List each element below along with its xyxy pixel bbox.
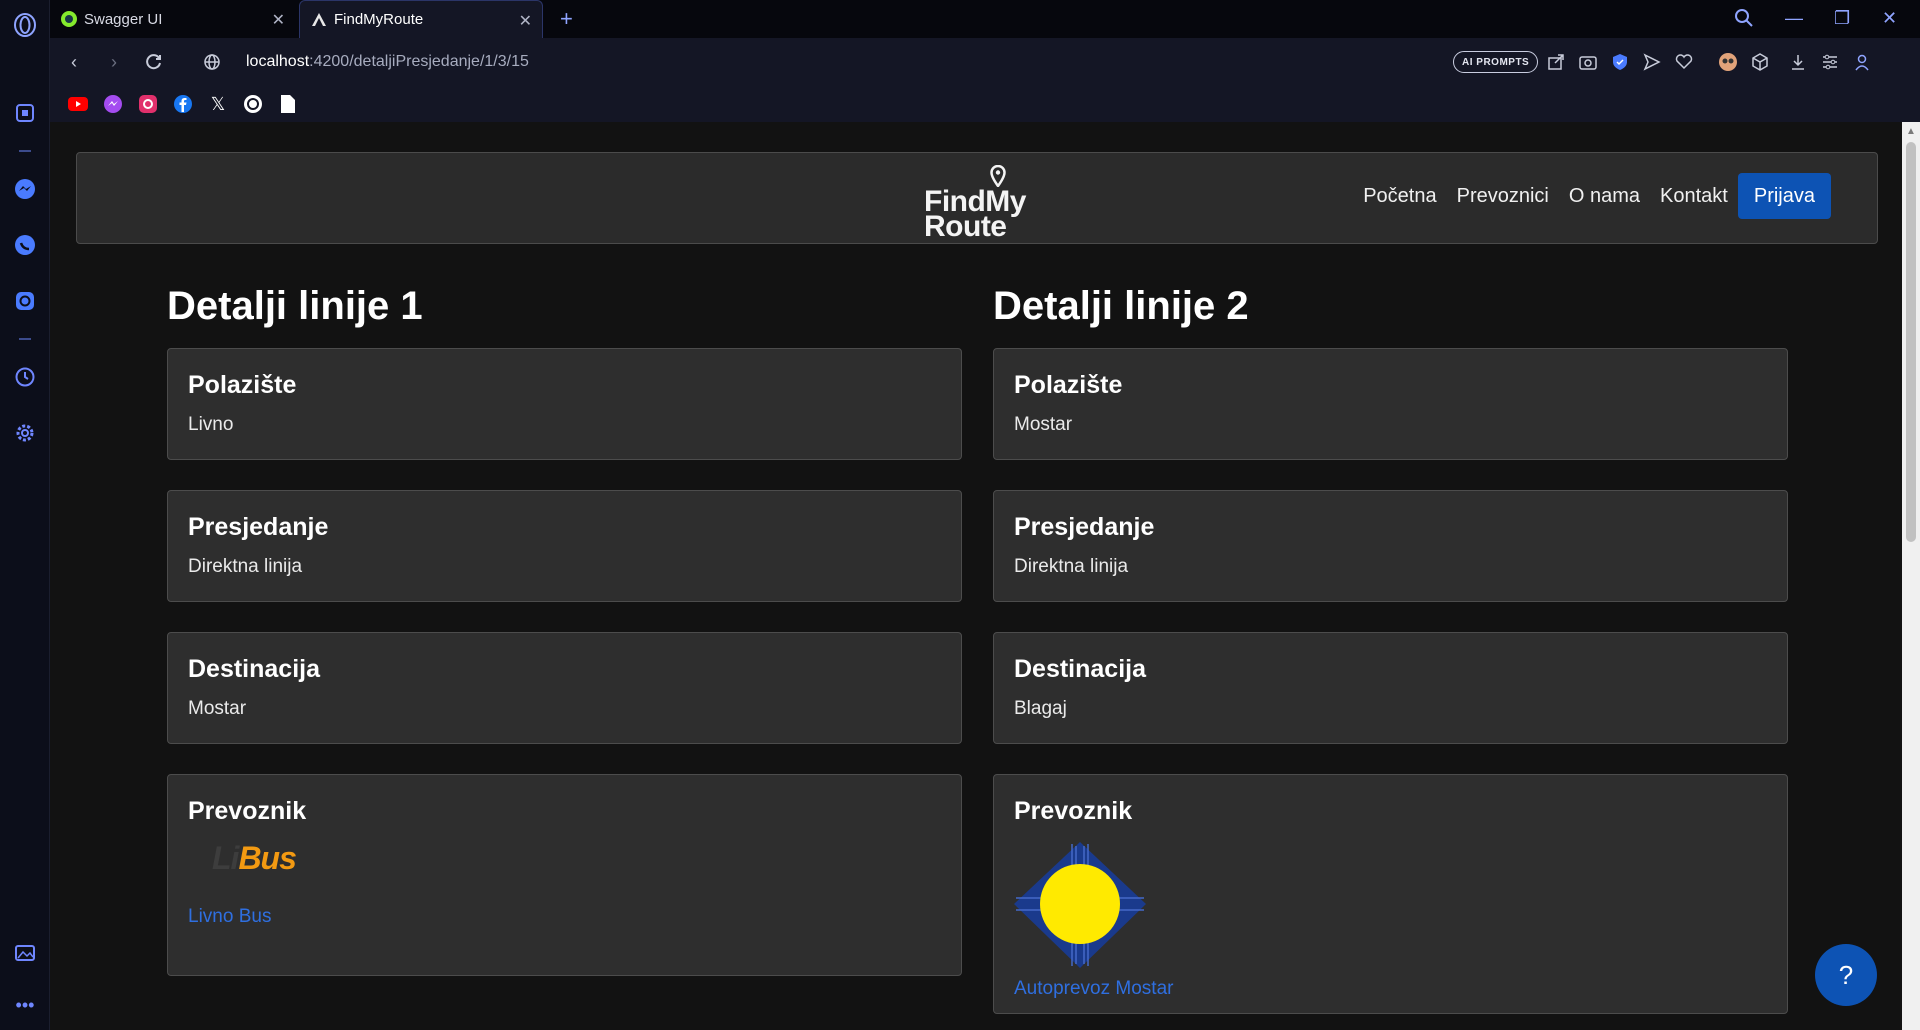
profile-avatar-icon[interactable]	[1716, 50, 1740, 74]
history-icon[interactable]	[12, 364, 38, 390]
ai-prompts-button[interactable]: AI PROMPTS	[1453, 51, 1539, 73]
messenger-icon[interactable]	[103, 94, 123, 114]
more-icon[interactable]: •••	[12, 992, 38, 1018]
shield-icon[interactable]	[1608, 50, 1632, 74]
login-button[interactable]: Prijava	[1737, 173, 1831, 219]
address-bar: ‹ › localhost:4200/detaljiPresjedanje/1/…	[50, 38, 1920, 86]
send-icon[interactable]	[1640, 50, 1664, 74]
location-pin-icon	[990, 165, 1006, 187]
tab-title: FindMyRoute	[334, 11, 424, 28]
instagram-icon[interactable]	[12, 288, 38, 314]
youtube-icon[interactable]	[68, 94, 88, 114]
card-value: Direktna linija	[1014, 556, 1129, 577]
transfer-card: Presjedanje Direktna linija	[993, 490, 1788, 602]
swagger-icon	[60, 10, 78, 28]
reload-icon[interactable]	[142, 50, 166, 74]
tab-swagger-ui[interactable]: Swagger UI ✕	[50, 0, 295, 38]
card-value: Direktna linija	[188, 556, 303, 577]
settings-gear-icon[interactable]	[12, 420, 38, 446]
url-field[interactable]: localhost:4200/detaljiPresjedanje/1/3/15	[246, 53, 529, 71]
whatsapp-icon[interactable]	[12, 232, 38, 258]
autoprevoz-mostar-logo	[1014, 842, 1146, 968]
scroll-up-icon[interactable]: ▲	[1906, 126, 1916, 137]
help-button[interactable]: ?	[1815, 944, 1877, 1006]
card-label: Presjedanje	[188, 513, 329, 541]
carrier-link[interactable]: Livno Bus	[188, 906, 941, 928]
carrier-link[interactable]: Autoprevoz Mostar	[1014, 978, 1767, 1000]
card-value: Livno	[188, 414, 234, 435]
carrier-card: Prevoznik LiBus Livno Bus	[167, 774, 962, 976]
line-1-title: Detalji linije 1	[167, 284, 423, 328]
search-tabs-icon[interactable]	[1734, 8, 1754, 33]
nav-link-prevoznici[interactable]: Prevoznici	[1457, 185, 1549, 208]
line-2-details: Detalji linije 2 Polazište Mostar Presje…	[993, 282, 1788, 1030]
nav-links: Početna Prevoznici O nama Kontakt Prijav…	[1343, 173, 1831, 219]
bookmarks-bar: 𝕏	[50, 86, 1920, 122]
ai-assistant-icon[interactable]	[12, 100, 38, 126]
facebook-icon[interactable]	[173, 94, 193, 114]
card-label: Polazište	[188, 371, 297, 399]
nav-link-o-nama[interactable]: O nama	[1569, 185, 1640, 208]
logo-line-2: Route	[924, 210, 1007, 243]
site-info-icon[interactable]	[200, 50, 224, 74]
scroll-thumb[interactable]	[1906, 142, 1916, 542]
nav-link-kontakt[interactable]: Kontakt	[1660, 185, 1728, 208]
close-tab-icon[interactable]: ✕	[272, 10, 285, 30]
heart-icon[interactable]	[1672, 50, 1696, 74]
destination-card: Destinacija Mostar	[167, 632, 962, 744]
page-viewport: FindMy Route Početna Prevoznici O nama Ko…	[50, 122, 1902, 1030]
new-tab-button[interactable]: +	[550, 0, 583, 38]
snapshot-camera-icon[interactable]	[1576, 50, 1600, 74]
instagram-icon[interactable]	[138, 94, 158, 114]
page-scrollbar[interactable]: ▲	[1902, 122, 1920, 1030]
close-tab-icon[interactable]: ✕	[519, 11, 532, 31]
transfer-card: Presjedanje Direktna linija	[167, 490, 962, 602]
departure-card: Polazište Livno	[167, 348, 962, 460]
livno-bus-logo: LiBus	[212, 840, 297, 876]
card-label: Presjedanje	[1014, 513, 1155, 541]
share-icon[interactable]	[1544, 50, 1568, 74]
tab-bar: Swagger UI ✕ FindMyRoute ✕ + — ❐ ✕	[50, 0, 1920, 38]
line-1-details: Detalji linije 1 Polazište Livno Presjed…	[167, 282, 962, 1006]
card-label: Prevoznik	[188, 797, 307, 825]
departure-card: Polazište Mostar	[993, 348, 1788, 460]
findmyroute-logo[interactable]: FindMy Route	[924, 165, 1034, 242]
forward-icon[interactable]: ›	[102, 50, 126, 74]
tab-title: Swagger UI	[84, 10, 163, 28]
close-window-icon[interactable]: ✕	[1882, 8, 1897, 29]
extensions-cube-icon[interactable]	[1748, 50, 1772, 74]
site-navbar: FindMy Route Početna Prevoznici O nama Ko…	[76, 152, 1878, 244]
messenger-icon[interactable]	[12, 176, 38, 202]
x-twitter-icon[interactable]: 𝕏	[208, 94, 228, 114]
gallery-icon[interactable]	[12, 940, 38, 966]
line-2-title: Detalji linije 2	[993, 284, 1249, 328]
card-value: Mostar	[1014, 414, 1073, 435]
nav-link-pocetna[interactable]: Početna	[1363, 185, 1436, 208]
opera-logo-icon[interactable]	[12, 12, 38, 38]
card-value: Blagaj	[1014, 698, 1067, 719]
download-icon[interactable]	[1786, 50, 1810, 74]
angular-icon	[310, 11, 328, 29]
card-label: Destinacija	[1014, 655, 1147, 683]
destination-card: Destinacija Blagaj	[993, 632, 1788, 744]
tab-findmyroute[interactable]: FindMyRoute ✕	[299, 0, 543, 38]
restore-icon[interactable]: ❐	[1834, 8, 1850, 29]
card-label: Destinacija	[188, 655, 321, 683]
easy-setup-icon[interactable]	[1818, 50, 1842, 74]
page-icon[interactable]	[278, 94, 298, 114]
chatgpt-icon[interactable]	[243, 94, 263, 114]
browser-sidebar: •••	[0, 0, 50, 1030]
back-icon[interactable]: ‹	[62, 50, 86, 74]
minimize-icon[interactable]: —	[1785, 8, 1803, 29]
card-label: Polazište	[1014, 371, 1123, 399]
account-icon[interactable]	[1850, 50, 1874, 74]
card-value: Mostar	[188, 698, 247, 719]
carrier-card: Prevoznik Autoprevoz Mostar	[993, 774, 1788, 1014]
card-label: Prevoznik	[1014, 797, 1133, 825]
